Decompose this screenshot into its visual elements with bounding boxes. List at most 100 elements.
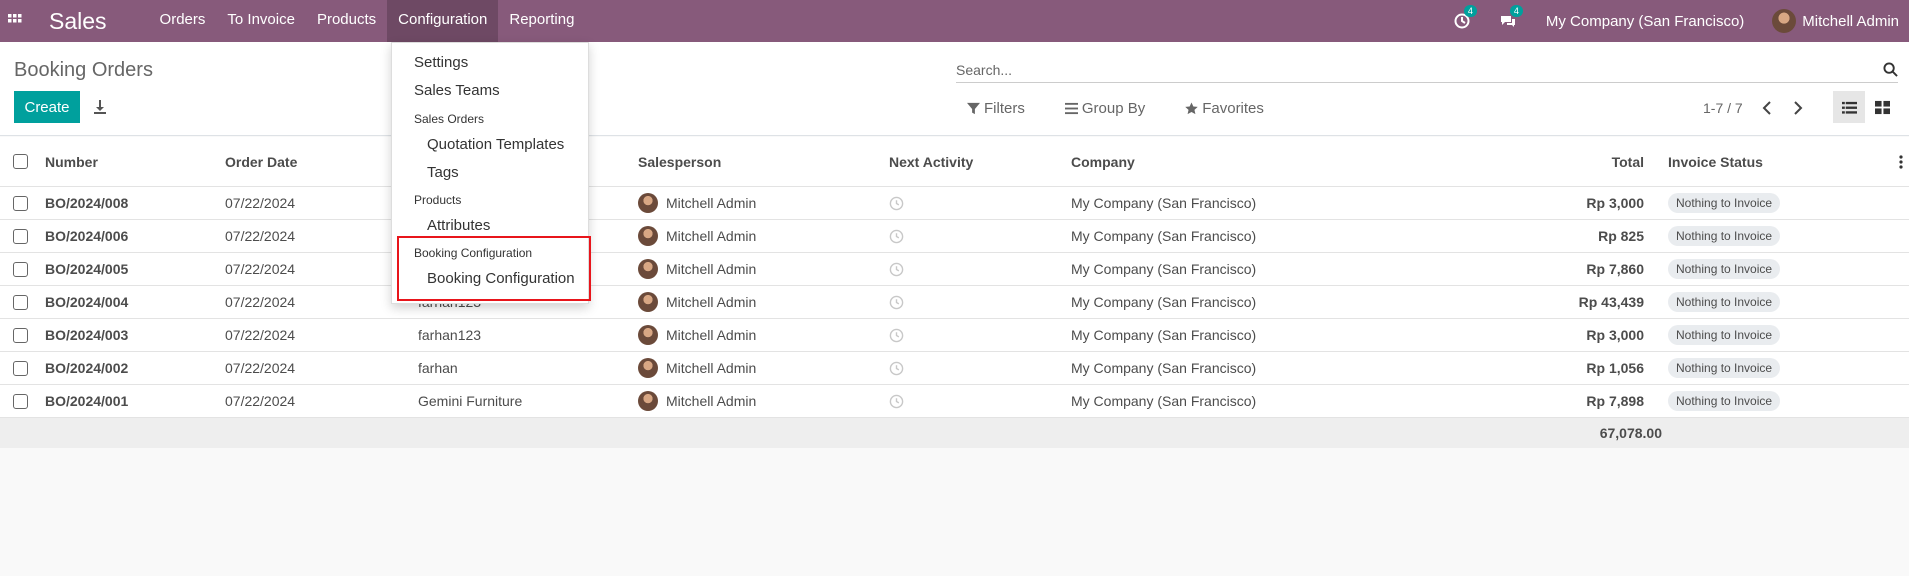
row-checkbox[interactable]	[13, 327, 28, 343]
menu-reporting[interactable]: Reporting	[498, 0, 585, 42]
status-badge: Nothing to Invoice	[1668, 391, 1781, 411]
clock-icon	[889, 394, 904, 408]
invoice-status-cell: Nothing to Invoice	[1668, 352, 1781, 384]
salesperson-avatar	[638, 325, 658, 345]
column-company[interactable]: Company	[1071, 137, 1135, 186]
company-cell: My Company (San Francisco)	[1071, 228, 1257, 244]
company-cell: My Company (San Francisco)	[1071, 393, 1257, 409]
column-number[interactable]: Number	[45, 137, 98, 186]
menu-item-tags[interactable]: Tags	[427, 164, 459, 181]
table-row[interactable]: BO/2024/003 07/22/2024 farhan123 Mitchell A…	[0, 319, 1909, 352]
select-all-checkbox[interactable]	[13, 154, 28, 169]
column-next-activity[interactable]: Next Activity	[889, 137, 973, 186]
group-by-button[interactable]: Group By	[1064, 100, 1145, 117]
salesperson-name: Mitchell Admin	[666, 228, 757, 244]
next-activity-cell[interactable]	[889, 319, 904, 351]
salesperson-name: Mitchell Admin	[666, 294, 757, 310]
company-switcher[interactable]: My Company (San Francisco)	[1546, 13, 1744, 30]
column-invoice-status[interactable]: Invoice Status	[1668, 137, 1763, 186]
pager-next-icon[interactable]	[1789, 100, 1805, 116]
messages-count-badge: 4	[1509, 5, 1523, 17]
status-badge: Nothing to Invoice	[1668, 193, 1781, 213]
search-icon[interactable]	[1883, 62, 1898, 77]
table-row[interactable]: BO/2024/001 07/22/2024 Gemini Furniture Mit…	[0, 385, 1909, 418]
salesperson-cell: Mitchell Admin	[638, 385, 756, 417]
next-activity-cell[interactable]	[889, 187, 904, 219]
customer-name: Gemini Furniture	[418, 393, 523, 409]
invoice-status-cell: Nothing to Invoice	[1668, 253, 1781, 285]
next-activity-cell[interactable]	[889, 253, 904, 285]
menu-orders[interactable]: Orders	[149, 0, 217, 42]
total-cell: Rp 1,056	[1586, 360, 1644, 376]
table-row[interactable]: BO/2024/006 07/22/2024 Mitchell Admin My Co…	[0, 220, 1909, 253]
clock-icon	[889, 328, 904, 342]
search-input[interactable]	[956, 61, 1856, 78]
table-row[interactable]: BO/2024/00407/22/2024farhan123Mitchell A…	[0, 286, 1909, 319]
pager-previous-icon[interactable]	[1760, 100, 1776, 116]
menu-configuration[interactable]: Configuration	[387, 0, 499, 42]
salesperson-avatar	[638, 391, 658, 411]
table-row[interactable]: BO/2024/008 07/22/2024 Mitchell Admin My Co…	[0, 187, 1909, 220]
highlight-annotation	[397, 236, 591, 301]
list-view-button[interactable]	[1833, 91, 1865, 123]
row-checkbox-cell	[13, 385, 28, 417]
table-row[interactable]: BO/2024/002 07/22/2024 farhan Mitchell Admi…	[0, 352, 1909, 385]
activity-menu[interactable]: 4	[1454, 5, 1477, 29]
top-menu: Orders To Invoice Products Configuration…	[149, 0, 586, 42]
row-checkbox[interactable]	[13, 261, 28, 277]
column-order-date[interactable]: Order Date	[225, 137, 297, 186]
row-checkbox[interactable]	[13, 360, 28, 376]
optional-columns-icon[interactable]	[1899, 137, 1903, 186]
row-checkbox[interactable]	[13, 195, 28, 211]
favorites-button[interactable]: Favorites	[1185, 100, 1264, 117]
row-checkbox-cell	[13, 187, 28, 219]
clock-icon	[889, 196, 904, 210]
salesperson-avatar	[638, 358, 658, 378]
total-cell: Rp 43,439	[1578, 294, 1644, 310]
invoice-status-cell: Nothing to Invoice	[1668, 286, 1781, 318]
order-number: BO/2024/005	[45, 261, 129, 277]
user-menu[interactable]: Mitchell Admin	[1772, 9, 1899, 33]
messaging-menu[interactable]: 4	[1500, 5, 1523, 29]
company-cell: My Company (San Francisco)	[1071, 360, 1257, 376]
apps-grid-icon[interactable]	[0, 0, 30, 42]
next-activity-cell[interactable]	[889, 220, 904, 252]
page-title: Booking Orders	[14, 59, 153, 81]
pager-value[interactable]: 1-7 / 7	[1703, 100, 1743, 116]
order-date: 07/22/2024	[225, 261, 296, 277]
filters-button[interactable]: Filters	[967, 100, 1025, 117]
order-number: BO/2024/002	[45, 360, 129, 376]
next-activity-cell[interactable]	[889, 286, 904, 318]
app-title[interactable]: Sales	[49, 0, 107, 42]
salesperson-avatar	[638, 226, 658, 246]
menu-header-sales-orders: Sales Orders	[414, 112, 485, 126]
row-checkbox-cell	[13, 352, 28, 384]
row-checkbox[interactable]	[13, 228, 28, 244]
menu-item-settings[interactable]: Settings	[414, 54, 468, 71]
create-button[interactable]: Create	[14, 91, 80, 123]
next-activity-cell[interactable]	[889, 352, 904, 384]
row-checkbox[interactable]	[13, 393, 28, 409]
menu-item-attributes[interactable]: Attributes	[427, 217, 490, 234]
row-checkbox[interactable]	[13, 294, 28, 310]
top-navbar: Sales Orders To Invoice Products Configu…	[0, 0, 1909, 42]
table-footer: 67,078.00	[0, 418, 1909, 448]
next-activity-cell[interactable]	[889, 385, 904, 417]
table-row[interactable]: BO/2024/005 07/22/2024 Mitchell Admin My Co…	[0, 253, 1909, 286]
menu-to-invoice[interactable]: To Invoice	[216, 0, 306, 42]
column-salesperson[interactable]: Salesperson	[638, 137, 721, 186]
salesperson-avatar	[638, 292, 658, 312]
menu-item-quotation-templates[interactable]: Quotation Templates	[427, 136, 564, 153]
favorites-label: Favorites	[1202, 100, 1264, 117]
company-cell: My Company (San Francisco)	[1071, 294, 1257, 310]
kanban-view-button[interactable]	[1866, 91, 1898, 123]
menu-products[interactable]: Products	[306, 0, 387, 42]
menu-item-sales-teams[interactable]: Sales Teams	[414, 82, 500, 99]
select-all-cell	[13, 137, 28, 186]
status-badge: Nothing to Invoice	[1668, 358, 1781, 378]
download-icon[interactable]	[92, 99, 108, 115]
salesperson-cell: Mitchell Admin	[638, 187, 756, 219]
column-total[interactable]: Total	[1612, 137, 1644, 186]
customer-name: farhan123	[418, 327, 482, 343]
list-icon	[1841, 101, 1857, 114]
